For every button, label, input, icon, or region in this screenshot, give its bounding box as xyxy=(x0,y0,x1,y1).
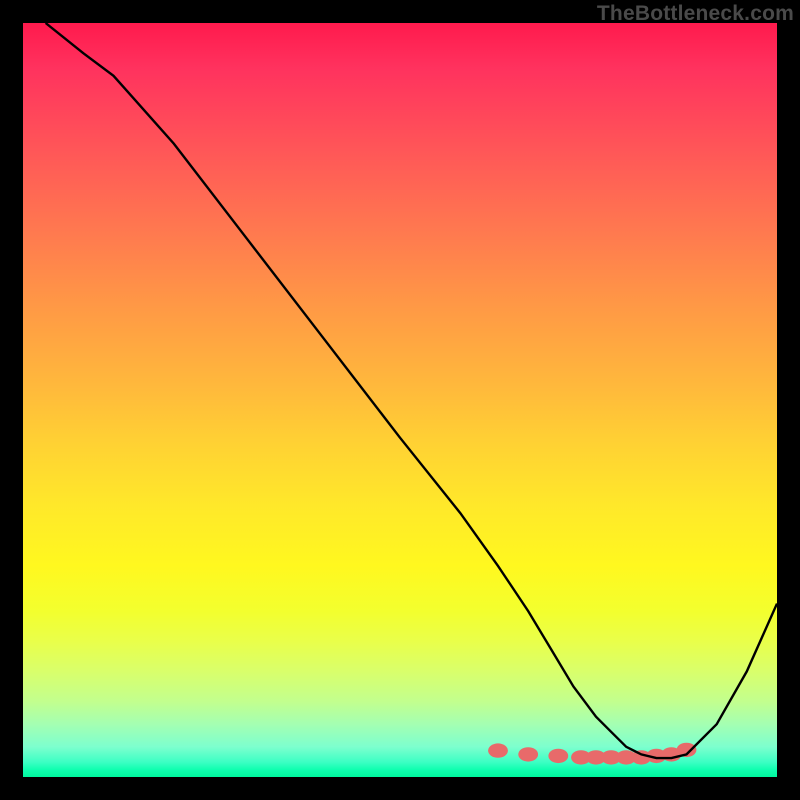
chart-frame: TheBottleneck.com xyxy=(0,0,800,800)
plot-area xyxy=(23,23,777,777)
marker-dot xyxy=(488,743,508,757)
marker-dot xyxy=(548,749,568,763)
bottleneck-curve xyxy=(46,23,777,758)
marker-dot xyxy=(518,747,538,761)
watermark-text: TheBottleneck.com xyxy=(597,2,794,26)
curve-overlay xyxy=(23,23,777,777)
marker-group xyxy=(488,743,696,765)
